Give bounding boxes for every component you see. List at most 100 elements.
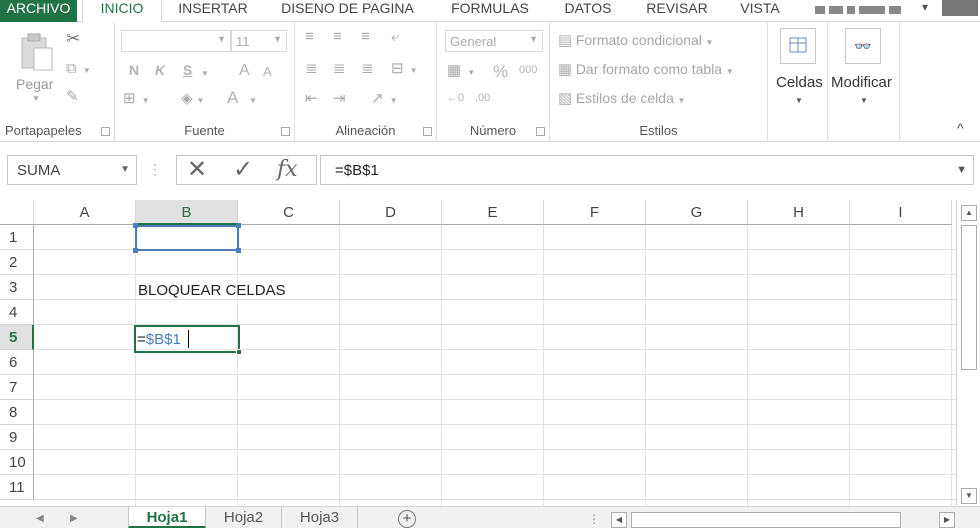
column-header-h[interactable]: H <box>748 200 850 225</box>
column-header-d[interactable]: D <box>340 200 442 225</box>
font-name-select[interactable]: ▼ <box>121 30 231 52</box>
row-header-8[interactable]: 8 <box>0 400 34 425</box>
tab-insert[interactable]: INSERTAR <box>168 0 258 22</box>
tab-data[interactable]: DATOS <box>555 0 621 22</box>
column-header-b[interactable]: B <box>136 200 238 225</box>
expand-formula-bar-icon[interactable]: ▼ <box>956 164 967 176</box>
user-name[interactable] <box>815 2 915 16</box>
tab-home[interactable]: INICIO <box>82 0 162 23</box>
grow-font-button[interactable]: A <box>239 62 250 80</box>
paste-button[interactable]: Pegar ▼ <box>12 30 60 103</box>
select-all-corner[interactable] <box>0 200 34 225</box>
orientation-icon[interactable]: ↗ ▼ <box>371 90 398 110</box>
tab-formulas[interactable]: FORMULAS <box>440 0 540 22</box>
column-header-c[interactable]: C <box>238 200 340 225</box>
editing-button[interactable]: 👓 Modificar ▼ <box>828 26 900 116</box>
scroll-right-icon[interactable]: ▶ <box>939 512 955 528</box>
underline-button[interactable]: S <box>183 62 192 78</box>
enter-icon[interactable]: ✓ <box>233 158 253 182</box>
tab-view[interactable]: VISTA <box>730 0 790 22</box>
percent-button[interactable]: % <box>493 62 508 82</box>
cell-b3[interactable]: BLOQUEAR CELDAS <box>138 282 286 299</box>
user-avatar[interactable] <box>942 0 978 16</box>
chevron-down-icon[interactable]: ▼ <box>120 164 130 175</box>
font-size-select[interactable]: 11 ▼ <box>231 30 287 52</box>
accounting-format-icon[interactable]: ▦ ▼ <box>447 62 475 82</box>
row-header-9[interactable]: 9 <box>0 425 34 450</box>
decrease-indent-icon[interactable]: ⇤ <box>305 90 318 108</box>
thousands-button[interactable]: 000 <box>519 64 537 76</box>
clipboard-launcher-icon[interactable] <box>101 127 110 136</box>
increase-indent-icon[interactable]: ⇥ <box>333 90 346 108</box>
scroll-down-icon[interactable]: ▼ <box>961 488 977 504</box>
next-sheet-icon[interactable]: ▶ <box>70 513 78 524</box>
prev-sheet-icon[interactable]: ◀ <box>36 513 44 524</box>
vertical-scroll-thumb[interactable] <box>961 225 977 370</box>
number-launcher-icon[interactable] <box>536 127 545 136</box>
collapse-ribbon-icon[interactable]: ^ <box>957 120 964 136</box>
align-left-icon[interactable]: ≣ <box>305 60 318 78</box>
number-format-select[interactable]: General ▼ <box>445 30 543 52</box>
conditional-format-button[interactable]: ▤ Formato condicional ▼ <box>558 31 713 49</box>
column-header-e[interactable]: E <box>442 200 544 225</box>
row-header-11[interactable]: 11 <box>0 475 34 500</box>
wrap-text-icon[interactable]: ⤶ <box>391 28 399 46</box>
row-header-2[interactable]: 2 <box>0 250 34 275</box>
worksheet-grid[interactable]: ABCDEFGHI 1 2 3 4 5 6 7 8 9 10 11 BLOQUEAR CELDAS … <box>0 200 956 506</box>
chevron-down-icon[interactable]: ▼ <box>249 92 257 110</box>
name-box[interactable]: SUMA ▼ <box>7 155 137 185</box>
fill-color-icon[interactable]: ◈ ▼ <box>181 90 204 110</box>
formula-bar-grip[interactable]: · · · <box>153 158 157 180</box>
cut-icon[interactable]: ✂ <box>66 30 80 48</box>
align-middle-icon[interactable]: ≡ <box>333 28 342 46</box>
fill-handle[interactable] <box>236 349 242 355</box>
decrease-decimals-button[interactable]: ,00 <box>475 92 490 104</box>
font-launcher-icon[interactable] <box>281 127 290 136</box>
scroll-up-icon[interactable]: ▲ <box>961 205 977 221</box>
format-painter-icon[interactable]: ✎ <box>66 88 79 106</box>
bold-button[interactable]: N <box>129 62 139 78</box>
column-header-i[interactable]: I <box>850 200 952 225</box>
row-header-1[interactable]: 1 <box>0 225 34 250</box>
copy-icon[interactable]: ⧉ ▼ <box>66 60 91 80</box>
column-header-g[interactable]: G <box>646 200 748 225</box>
tab-review[interactable]: REVISAR <box>637 0 717 22</box>
user-menu-caret-icon[interactable]: ▾ <box>922 0 928 14</box>
tab-file[interactable]: ARCHIVO <box>0 0 77 22</box>
scroll-left-icon[interactable]: ◀ <box>611 512 627 528</box>
cell-styles-button[interactable]: ▧ Estilos de celda ▼ <box>558 89 685 107</box>
row-header-7[interactable]: 7 <box>0 375 34 400</box>
align-bottom-icon[interactable]: ≡ <box>361 28 370 46</box>
vertical-scrollbar[interactable]: ▲ ▼ <box>956 200 980 506</box>
align-right-icon[interactable]: ≣ <box>361 60 374 78</box>
add-sheet-button[interactable]: + <box>398 510 416 528</box>
row-header-4[interactable]: 4 <box>0 300 34 325</box>
format-as-table-button[interactable]: ▦ Dar formato como tabla ▼ <box>558 60 734 78</box>
cells-button[interactable]: Celdas ▼ <box>768 26 828 116</box>
align-top-icon[interactable]: ≡ <box>305 28 314 46</box>
formula-input[interactable]: =$B$1 ▼ <box>320 155 974 185</box>
align-center-icon[interactable]: ≣ <box>333 60 346 78</box>
tab-page-layout[interactable]: DISENO DE PAGINA <box>270 0 425 22</box>
column-header-a[interactable]: A <box>34 200 136 225</box>
sheet-tab-hoja2[interactable]: Hoja2 <box>206 507 282 528</box>
insert-function-icon[interactable]: fx <box>277 158 298 182</box>
cell-b5-editing[interactable]: =$B$1 <box>137 331 181 348</box>
horizontal-scroll-thumb[interactable] <box>631 512 901 528</box>
sheet-tab-hoja3[interactable]: Hoja3 <box>282 507 358 528</box>
font-color-button[interactable]: A <box>227 88 238 108</box>
tab-splitter-icon[interactable]: ⋮ <box>588 512 600 526</box>
sheet-tab-hoja1[interactable]: Hoja1 <box>128 507 206 528</box>
row-header-6[interactable]: 6 <box>0 350 34 375</box>
column-header-f[interactable]: F <box>544 200 646 225</box>
row-header-3[interactable]: 3 <box>0 275 34 300</box>
chevron-down-icon[interactable]: ▼ <box>201 65 209 83</box>
increase-decimals-button[interactable]: ←0 <box>447 92 464 104</box>
horizontal-scrollbar[interactable]: ◀ ▶ <box>611 512 956 528</box>
borders-icon[interactable]: ⊞ ▼ <box>123 90 150 110</box>
row-header-10[interactable]: 10 <box>0 450 34 475</box>
shrink-font-button[interactable]: A <box>263 64 272 79</box>
italic-button[interactable]: K <box>155 62 165 78</box>
row-header-5[interactable]: 5 <box>0 325 34 350</box>
alignment-launcher-icon[interactable] <box>423 127 432 136</box>
